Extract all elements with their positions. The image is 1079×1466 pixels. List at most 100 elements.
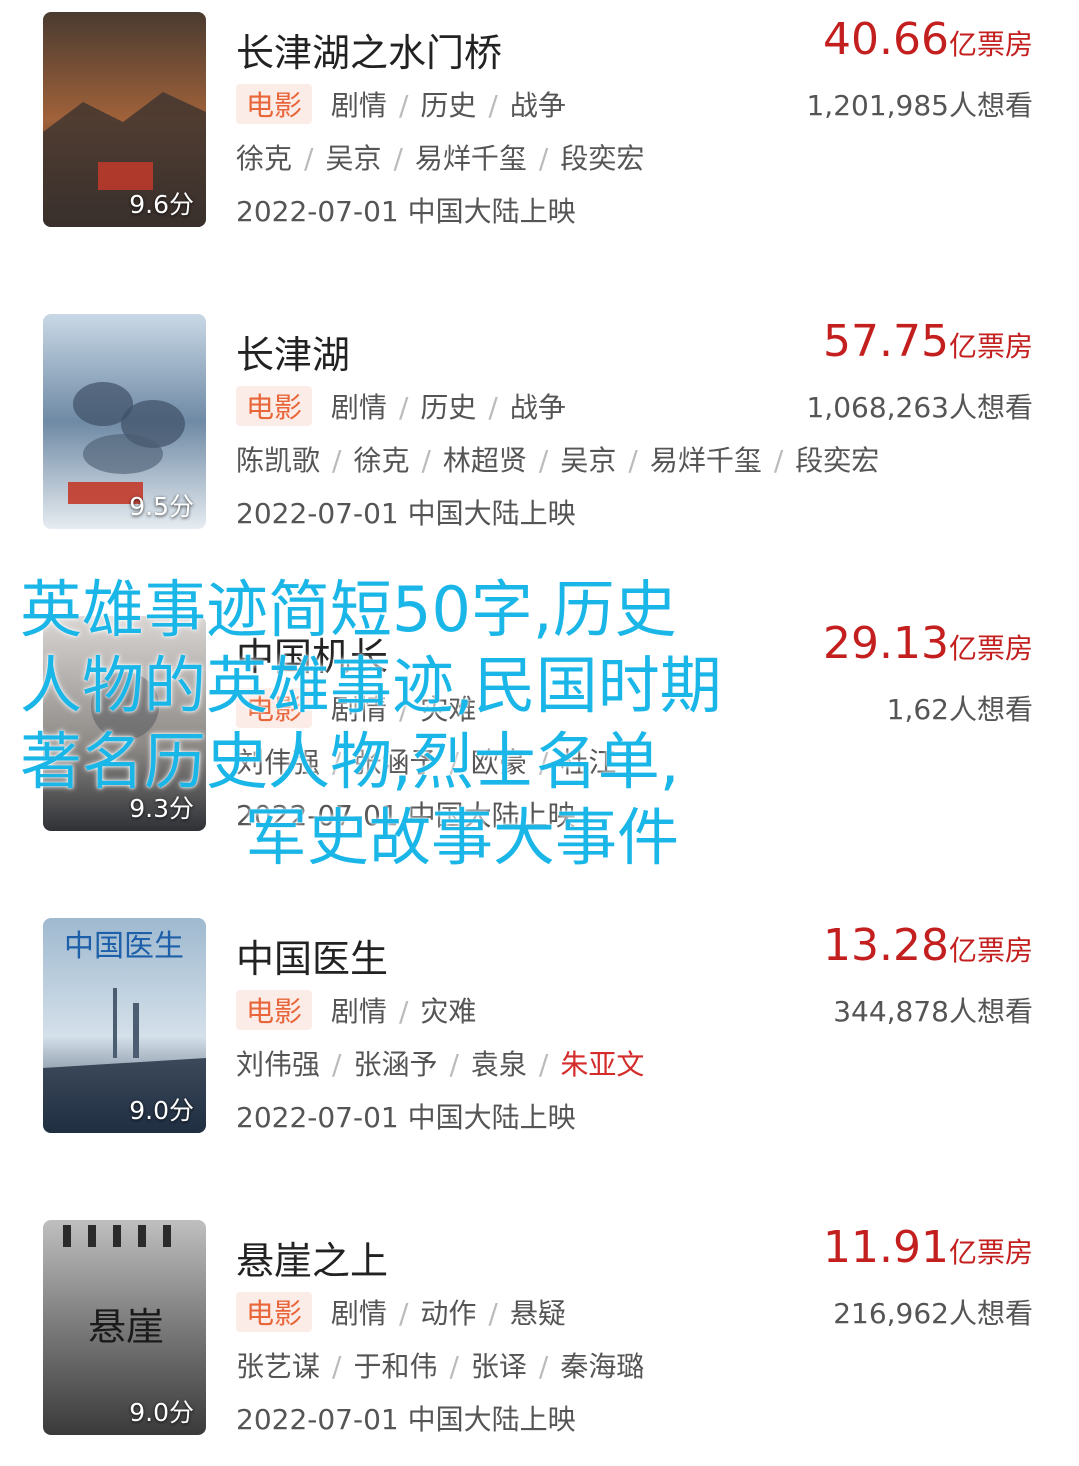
- want-count: 1,068,263人想看: [806, 391, 1033, 424]
- cast-member: 刘伟强: [236, 746, 321, 779]
- movie-card[interactable]: 9.6分 长津湖之水门桥 40.66亿票房 电影 剧情 / 历史 / 战争 1,201,…: [0, 12, 1079, 230]
- cast-row: 张艺谋 / 于和伟 / 张译 / 秦海璐: [236, 1345, 644, 1385]
- svg-text:中国医生: 中国医生: [64, 929, 184, 964]
- box-office-unit: 亿票房: [948, 934, 1033, 967]
- poster-image[interactable]: 9.3分: [43, 616, 206, 831]
- box-office-unit: 亿票房: [948, 330, 1033, 363]
- separator: /: [332, 444, 342, 477]
- type-tag: 电影: [236, 688, 313, 728]
- genre: 灾难: [420, 693, 477, 726]
- cast-member: 林超贤: [442, 444, 527, 477]
- cast-member: 易烊千玺: [649, 444, 762, 477]
- cast-member: 杜江: [560, 746, 617, 779]
- genre-row: 电影 剧情 / 历史 / 战争: [236, 84, 566, 124]
- cast-member: 张涵予: [353, 1048, 438, 1081]
- separator: /: [398, 995, 409, 1028]
- separator: /: [538, 444, 549, 477]
- box-office: 57.75亿票房: [823, 316, 1033, 367]
- poster-image[interactable]: 9.6分: [43, 12, 206, 227]
- genre: 悬疑: [509, 1297, 566, 1330]
- separator: /: [488, 1297, 498, 1330]
- separator: /: [332, 746, 342, 779]
- box-office: 13.28亿票房: [823, 920, 1033, 971]
- genre: 战争: [509, 391, 566, 424]
- separator: /: [398, 1297, 409, 1330]
- box-office: 11.91亿票房: [823, 1222, 1033, 1273]
- cast-member: 张译: [470, 1350, 527, 1383]
- cast-member: 徐克: [353, 444, 410, 477]
- cast-member: 徐克: [236, 142, 293, 175]
- genre-row: 电影 剧情 / 历史 / 战争: [236, 386, 566, 426]
- separator: /: [538, 746, 549, 779]
- release-info: 2022-07-01 中国大陆上映: [236, 195, 576, 228]
- rating-score: 9.5分: [129, 492, 194, 521]
- release-info: 2022-07-01 中国大陆上映: [236, 497, 576, 530]
- separator: /: [538, 142, 549, 175]
- release-info: 2022-07-01 中国大陆上映: [236, 1101, 576, 1134]
- rating-score: 9.3分: [129, 794, 194, 823]
- box-office: 40.66亿票房: [823, 14, 1033, 65]
- separator: /: [628, 444, 638, 477]
- box-office: 29.13亿票房: [823, 618, 1033, 669]
- separator: /: [398, 391, 409, 424]
- movie-card[interactable]: 9.3分 中国机长 29.13亿票房 电影 剧情 / 灾难 1,62人想看 刘伟强 /…: [0, 616, 1079, 834]
- svg-text:悬崖: 悬崖: [88, 1305, 164, 1349]
- cast-member: 陈凯歌: [236, 444, 321, 477]
- movie-title[interactable]: 长津湖之水门桥: [236, 22, 502, 77]
- separator: /: [393, 142, 403, 175]
- genre-row: 电影 剧情 / 灾难: [236, 688, 476, 728]
- separator: /: [304, 142, 314, 175]
- cast-member-highlighted: 朱亚文: [560, 1048, 645, 1081]
- movie-title[interactable]: 长津湖: [236, 324, 350, 379]
- movie-title[interactable]: 悬崖之上: [236, 1230, 388, 1285]
- box-office-number: 40.66: [823, 14, 949, 65]
- genre: 剧情: [330, 391, 387, 424]
- cast-row: 刘伟强 / 张涵予 / 欧豪 / 杜江: [236, 741, 616, 781]
- separator: /: [332, 1350, 342, 1383]
- type-tag: 电影: [236, 990, 313, 1030]
- movie-card[interactable]: 悬崖 9.0分 悬崖之上 11.91亿票房 电影 剧情 / 动作 / 悬疑 216,96…: [0, 1220, 1079, 1438]
- cast-member: 张艺谋: [236, 1350, 321, 1383]
- cast-row: 陈凯歌 / 徐克 / 林超贤 / 吴京 / 易烊千玺 / 段奕宏: [236, 439, 879, 479]
- cast-member: 易烊千玺: [414, 142, 527, 175]
- separator: /: [538, 1048, 549, 1081]
- box-office-number: 29.13: [823, 618, 949, 669]
- box-office-unit: 亿票房: [948, 28, 1033, 61]
- cast-row: 刘伟强 / 张涵予 / 袁泉 / 朱亚文: [236, 1043, 644, 1083]
- movie-title[interactable]: 中国机长: [236, 626, 388, 681]
- poster-image[interactable]: 中国医生 9.0分: [43, 918, 206, 1133]
- type-tag: 电影: [236, 386, 313, 426]
- cast-member: 刘伟强: [236, 1048, 321, 1081]
- genre: 战争: [509, 89, 566, 122]
- cast-member: 吴京: [560, 444, 617, 477]
- genre: 历史: [420, 391, 477, 424]
- rating-score: 9.6分: [129, 190, 194, 219]
- separator: /: [421, 444, 431, 477]
- cast-member: 于和伟: [353, 1350, 438, 1383]
- genre-row: 电影 剧情 / 动作 / 悬疑: [236, 1292, 566, 1332]
- cast-member: 袁泉: [470, 1048, 527, 1081]
- poster-image[interactable]: 9.5分: [43, 314, 206, 529]
- movie-card[interactable]: 中国医生 9.0分 中国医生 13.28亿票房 电影 剧情 / 灾难 344,878…: [0, 918, 1079, 1136]
- separator: /: [449, 746, 459, 779]
- type-tag: 电影: [236, 84, 313, 124]
- want-count: 1,201,985人想看: [806, 89, 1033, 122]
- separator: /: [398, 693, 409, 726]
- box-office-unit: 亿票房: [948, 1236, 1033, 1269]
- want-count: 1,62人想看: [886, 693, 1033, 726]
- want-count: 216,962人想看: [833, 1297, 1033, 1330]
- release-info: 2022-07-01 中国大陆上映: [236, 1403, 576, 1436]
- genre: 剧情: [330, 693, 387, 726]
- separator: /: [773, 444, 784, 477]
- genre: 剧情: [330, 89, 387, 122]
- genre-row: 电影 剧情 / 灾难: [236, 990, 476, 1030]
- separator: /: [538, 1350, 549, 1383]
- box-office-number: 13.28: [823, 920, 949, 971]
- cast-member: 张涵予: [353, 746, 438, 779]
- cast-member: 段奕宏: [560, 142, 645, 175]
- movie-title[interactable]: 中国医生: [236, 928, 388, 983]
- box-office-number: 57.75: [823, 316, 949, 367]
- poster-image[interactable]: 悬崖 9.0分: [43, 1220, 206, 1435]
- movie-card[interactable]: 9.5分 长津湖 57.75亿票房 电影 剧情 / 历史 / 战争 1,068,263人…: [0, 314, 1079, 532]
- release-info: 2022-07-01 中国大陆上映: [236, 799, 576, 832]
